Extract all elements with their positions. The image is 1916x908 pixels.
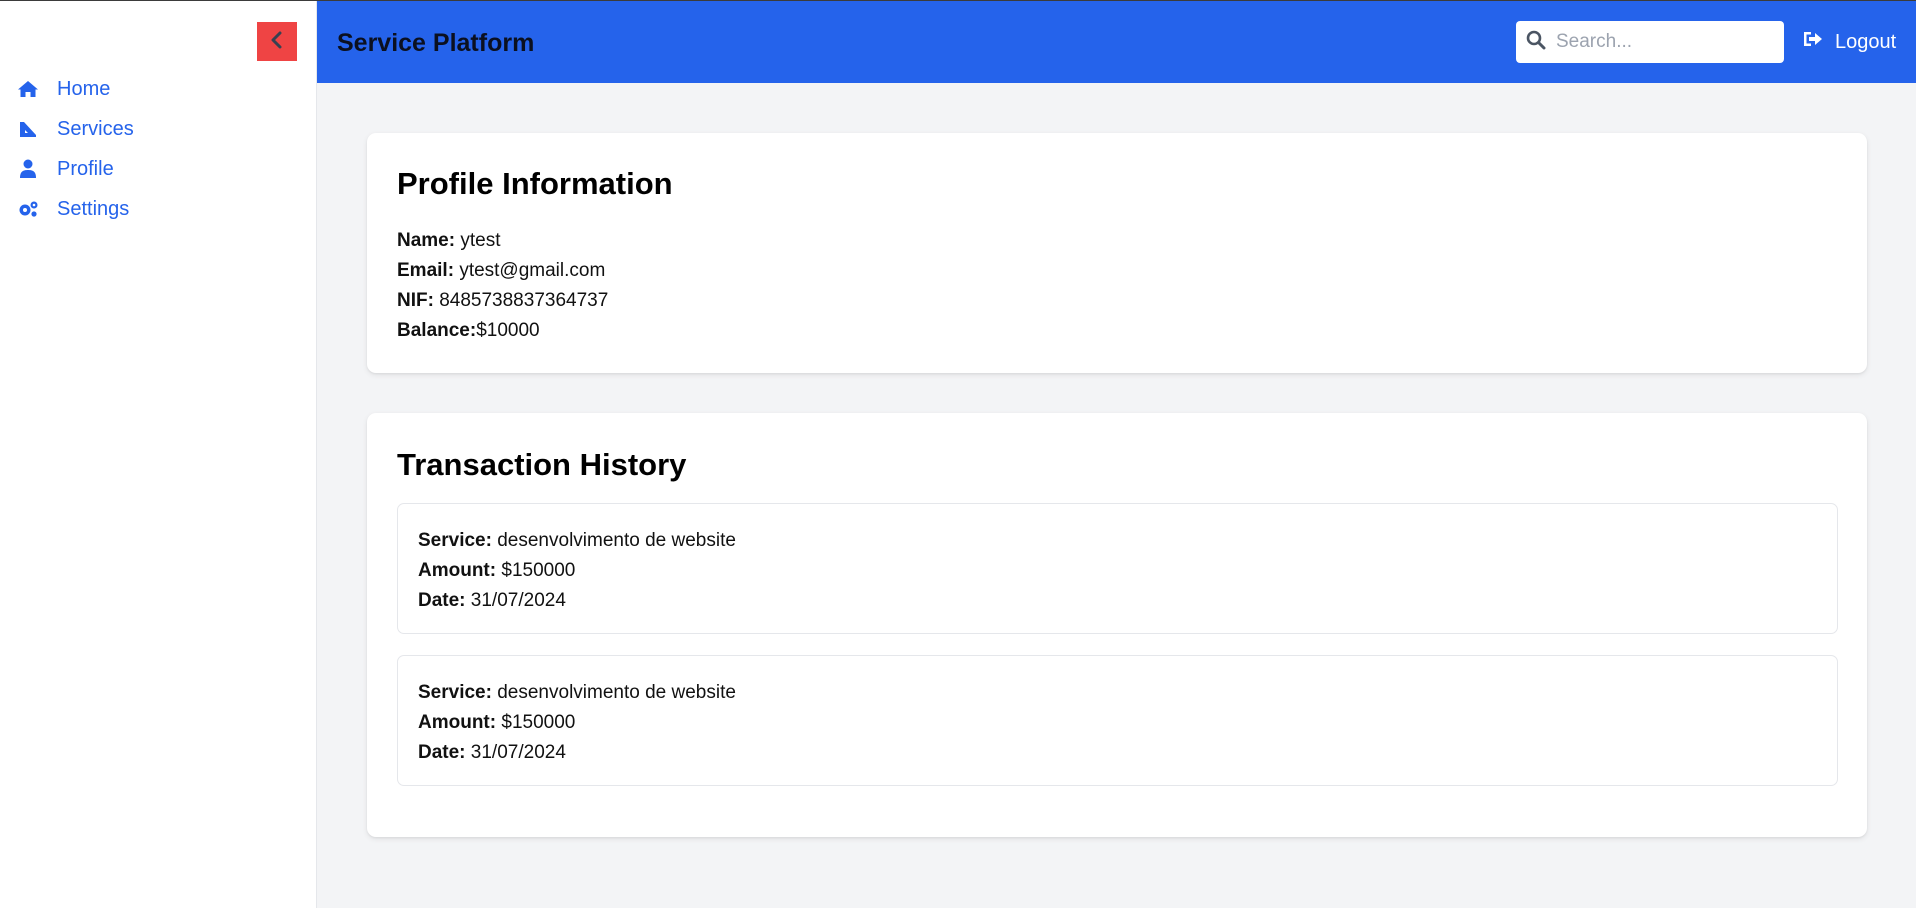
logout-button[interactable]: Logout [1803,30,1896,54]
nif-label: NIF: [397,290,434,311]
sidebar-item-label: Home [57,77,111,100]
transaction-history-card: Transaction History Service: desenvolvim… [367,413,1867,837]
name-value: ytest [460,230,501,251]
nif-value: 8485738837364737 [439,290,609,311]
sidebar-item-services[interactable]: Services [0,109,317,149]
transaction-service-row: Service: desenvolvimento de website [418,526,736,556]
user-icon [16,158,40,180]
logout-label: Logout [1835,30,1897,53]
sidebar-item-label: Settings [57,197,130,220]
transaction-service-row: Service: desenvolvimento de website [418,678,736,708]
sidebar-item-profile[interactable]: Profile [0,149,317,189]
sidebar-item-label: Services [57,117,134,140]
profile-balance-row: Balance:$10000 [397,316,608,346]
services-icon [16,118,40,140]
search-icon [1526,30,1546,55]
name-label: Name: [397,230,456,251]
profile-title: Profile Information [397,166,673,201]
sidebar-nav: Home Services Profile Settings [0,69,317,229]
sidebar: Home Services Profile Settings [0,1,317,908]
transaction-amount-row: Amount: $150000 [418,556,736,586]
sidebar-collapse-button[interactable] [257,22,297,61]
service-label: Service: [418,530,492,551]
email-label: Email: [397,260,455,281]
amount-value: $150000 [501,560,576,581]
amount-value: $150000 [501,712,576,733]
date-label: Date: [418,590,466,611]
sidebar-item-label: Profile [57,157,114,180]
date-value: 31/07/2024 [470,742,566,763]
amount-label: Amount: [418,712,497,733]
sign-out-icon [1803,30,1835,54]
date-label: Date: [418,742,466,763]
profile-info: Name: ytest Email: ytest@gmail.com NIF: … [397,226,608,346]
email-value: ytest@gmail.com [459,260,606,281]
service-value: desenvolvimento de website [497,682,736,703]
home-icon [16,78,40,100]
service-value: desenvolvimento de website [497,530,736,551]
sidebar-item-home[interactable]: Home [0,69,317,109]
balance-label: Balance: [397,320,477,341]
transaction-item: Service: desenvolvimento de website Amou… [397,655,1838,786]
transaction-amount-row: Amount: $150000 [418,708,736,738]
sidebar-item-settings[interactable]: Settings [0,189,317,229]
profile-email-row: Email: ytest@gmail.com [397,256,608,286]
chevron-left-icon [270,31,284,52]
profile-card: Profile Information Name: ytest Email: y… [367,133,1867,373]
transaction-history-title: Transaction History [397,447,687,482]
balance-value: $10000 [476,320,540,341]
service-label: Service: [418,682,492,703]
transaction-date-row: Date: 31/07/2024 [418,738,736,768]
gears-icon [16,198,40,220]
search-input[interactable] [1556,31,1776,53]
date-value: 31/07/2024 [470,590,566,611]
search-box [1516,21,1784,63]
profile-name-row: Name: ytest [397,226,608,256]
transaction-item: Service: desenvolvimento de website Amou… [397,503,1838,634]
top-header: Service Platform Logout [317,1,1916,83]
transaction-date-row: Date: 31/07/2024 [418,586,736,616]
amount-label: Amount: [418,560,497,581]
profile-nif-row: NIF: 8485738837364737 [397,286,608,316]
app-title: Service Platform [337,29,535,57]
